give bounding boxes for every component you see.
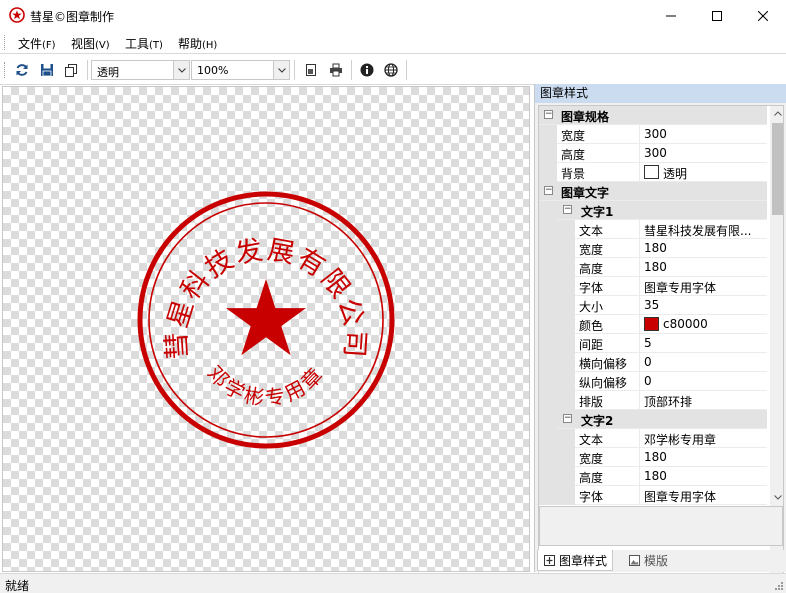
menu-bar: 文件(F) 视图(V) 工具(T) 帮助(H): [0, 31, 786, 54]
property-row[interactable]: 文本 邓学彬专用章: [539, 429, 767, 448]
scroll-up-icon[interactable]: [770, 106, 783, 121]
property-row[interactable]: 颜色 c80000: [539, 315, 767, 334]
background-combo[interactable]: 透明: [91, 60, 190, 80]
image-icon: [629, 555, 640, 566]
seal-bottom-text: 邓学彬专用章: [203, 361, 330, 410]
seal-canvas[interactable]: 彗星科技发展有限公司 邓学彬专用章: [2, 86, 530, 572]
background-swatch: [644, 165, 659, 179]
property-row[interactable]: 字体 图章专用字体: [539, 277, 767, 296]
seal-preview: 彗星科技发展有限公司 邓学彬专用章: [137, 191, 395, 449]
close-button[interactable]: [740, 0, 786, 31]
property-row[interactable]: 宽度 180: [539, 448, 767, 467]
resize-grip-icon[interactable]: [774, 581, 784, 591]
scroll-down-icon[interactable]: [770, 490, 783, 505]
property-row[interactable]: 大小 35: [539, 296, 767, 315]
globe-icon: [384, 63, 398, 77]
minimize-button[interactable]: [648, 0, 694, 31]
page-setup-icon: [306, 64, 316, 76]
menu-tools[interactable]: 工具(T): [125, 35, 163, 52]
property-row[interactable]: 排版 顶部环排: [539, 391, 767, 410]
maximize-button[interactable]: [694, 0, 740, 31]
web-button[interactable]: [381, 60, 401, 80]
property-row[interactable]: 高度 180: [539, 467, 767, 486]
printer-icon: [330, 63, 342, 77]
seal-star: [226, 279, 306, 356]
copy-button[interactable]: [61, 60, 81, 80]
category-text2[interactable]: − 文字2: [539, 410, 767, 429]
toolbar-separator: [351, 60, 352, 80]
collapse-icon[interactable]: −: [563, 205, 572, 214]
info-icon: [360, 63, 374, 77]
minimize-icon: [666, 15, 676, 16]
tab-seal-style[interactable]: 图章样式: [537, 550, 614, 571]
menu-help[interactable]: 帮助(H): [178, 35, 217, 52]
panel-header: 图章样式: [535, 84, 786, 103]
category-text1[interactable]: − 文字1: [539, 201, 767, 220]
save-button[interactable]: [37, 60, 57, 80]
print-button[interactable]: [326, 60, 346, 80]
property-row[interactable]: 宽度 180: [539, 239, 767, 258]
maximize-icon: [712, 10, 722, 21]
chevron-down-icon[interactable]: [273, 61, 289, 79]
color-swatch: [644, 317, 659, 331]
menu-grip: [4, 35, 7, 50]
collapse-icon[interactable]: −: [544, 110, 553, 119]
copy-icon: [65, 64, 77, 77]
tab-template[interactable]: 模版: [623, 550, 673, 571]
property-row[interactable]: 高度 300: [539, 144, 767, 163]
collapse-icon[interactable]: −: [563, 414, 572, 423]
refresh-icon: [16, 64, 28, 76]
toolbar-grip: [4, 62, 7, 78]
property-row[interactable]: 横向偏移 0: [539, 353, 767, 372]
scroll-thumb[interactable]: [772, 123, 783, 215]
menu-view[interactable]: 视图(V): [71, 35, 110, 52]
zoom-combo[interactable]: 100%: [191, 60, 290, 80]
property-row[interactable]: 文本 彗星科技发展有限...: [539, 220, 767, 239]
window-title: 彗星©图章制作: [30, 10, 115, 24]
status-text: 就绪: [5, 579, 30, 593]
title-bar: 彗星©图章制作: [0, 0, 786, 31]
properties-panel: 图章样式 − 图章规格 宽度 300 高度 300 背景 透明 − 图章文字 −…: [534, 84, 786, 584]
property-row[interactable]: 背景 透明: [539, 163, 767, 182]
category-seal-text[interactable]: − 图章文字: [539, 182, 767, 201]
panel-tabs: 图章样式 模版: [535, 550, 786, 572]
toolbar: 透明 100%: [0, 55, 786, 85]
toolbar-separator: [406, 60, 407, 80]
refresh-button[interactable]: [12, 60, 32, 80]
collapse-icon[interactable]: −: [544, 186, 553, 195]
status-bar: 就绪: [0, 573, 786, 593]
toolbar-separator: [87, 60, 88, 80]
property-row[interactable]: 字体 图章专用字体: [539, 486, 767, 505]
property-row[interactable]: 高度 180: [539, 258, 767, 277]
close-icon: [758, 10, 768, 21]
property-row[interactable]: 纵向偏移 0: [539, 372, 767, 391]
category-seal-spec[interactable]: − 图章规格: [539, 106, 767, 125]
property-row[interactable]: 宽度 300: [539, 125, 767, 144]
toolbar-separator: [294, 60, 295, 80]
chevron-down-icon[interactable]: [173, 61, 189, 79]
menu-file[interactable]: 文件(F): [18, 35, 56, 52]
style-icon: [544, 554, 555, 566]
save-icon: [41, 64, 53, 77]
property-row[interactable]: 间距 5: [539, 334, 767, 353]
app-star-icon: [9, 7, 25, 23]
info-button[interactable]: [357, 60, 377, 80]
page-setup-button[interactable]: [301, 60, 321, 80]
description-box: [539, 506, 783, 546]
